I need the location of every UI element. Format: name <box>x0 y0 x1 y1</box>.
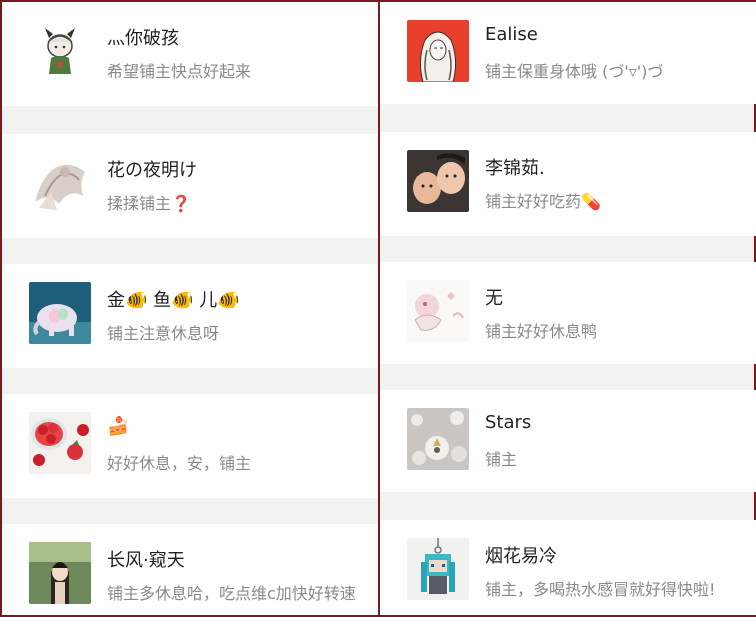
comment-item[interactable]: 李锦茹. 铺主好好吃药💊 <box>380 132 756 236</box>
comment-item[interactable]: 无 铺主好好休息鸭 <box>380 262 756 364</box>
commenter-name: 金🐠 鱼🐠 儿🐠 <box>107 290 240 311</box>
avatar[interactable] <box>29 542 91 604</box>
left-comment-column: 灬你破孩 希望铺主快点好起来 花の夜明け 揉揉铺主❓ 金🐠 鱼🐠 儿🐠 铺主注意… <box>2 2 378 615</box>
comment-item[interactable]: 灬你破孩 希望铺主快点好起来 <box>2 2 378 106</box>
avatar[interactable] <box>29 152 91 214</box>
comment-text: 好好休息，安，铺主 <box>107 454 252 473</box>
comment-text: 铺主注意休息呀 <box>107 324 220 343</box>
commenter-name: 花の夜明け <box>107 160 197 181</box>
commenter-name: 长风·窥天 <box>107 550 185 571</box>
comment-collage: 灬你破孩 希望铺主快点好起来 花の夜明け 揉揉铺主❓ 金🐠 鱼🐠 儿🐠 铺主注意… <box>0 0 756 617</box>
comment-item[interactable]: 长风·窥天 铺主多休息哈，吃点维c加快好转速 <box>2 524 378 615</box>
avatar[interactable] <box>407 150 469 212</box>
comment-text: 铺主好好休息鸭 <box>485 322 598 341</box>
comment-item[interactable]: 金🐠 鱼🐠 儿🐠 铺主注意休息呀 <box>2 264 378 368</box>
avatar[interactable] <box>407 280 469 342</box>
comment-text: 铺主好好吃药💊 <box>485 192 601 211</box>
commenter-name: 🍰 <box>107 416 130 437</box>
comment-text: 铺主，多喝热水感冒就好得快啦! <box>485 580 716 599</box>
commenter-name: Stars <box>485 412 532 433</box>
avatar[interactable] <box>407 20 469 82</box>
comment-text: 铺主保重身体哦 (づ'▿')づ <box>485 62 664 81</box>
avatar[interactable] <box>29 20 91 82</box>
commenter-name: 烟花易冷 <box>485 546 557 567</box>
comment-item[interactable]: 🍰 好好休息，安，铺主 <box>2 394 378 498</box>
commenter-name: 无 <box>485 288 503 309</box>
commenter-name: Ealise <box>485 24 538 45</box>
comment-item[interactable]: 烟花易冷 铺主，多喝热水感冒就好得快啦! <box>380 520 756 615</box>
avatar[interactable] <box>29 412 91 474</box>
right-comment-column: Ealise 铺主保重身体哦 (づ'▿')づ 李锦茹. 铺主好好吃药💊 无 铺主… <box>380 2 756 615</box>
comment-text: 铺主 <box>485 450 518 469</box>
avatar[interactable] <box>407 408 469 470</box>
commenter-name: 灬你破孩 <box>107 28 179 49</box>
comment-text: 铺主多休息哈，吃点维c加快好转速 <box>107 584 356 603</box>
avatar[interactable] <box>29 282 91 344</box>
comment-text: 希望铺主快点好起来 <box>107 62 252 81</box>
avatar[interactable] <box>407 538 469 600</box>
comment-text: 揉揉铺主❓ <box>107 194 191 213</box>
comment-item[interactable]: 花の夜明け 揉揉铺主❓ <box>2 134 378 238</box>
commenter-name: 李锦茹. <box>485 158 545 179</box>
comment-item[interactable]: Ealise 铺主保重身体哦 (づ'▿')づ <box>380 2 756 104</box>
comment-item[interactable]: Stars 铺主 <box>380 390 756 492</box>
